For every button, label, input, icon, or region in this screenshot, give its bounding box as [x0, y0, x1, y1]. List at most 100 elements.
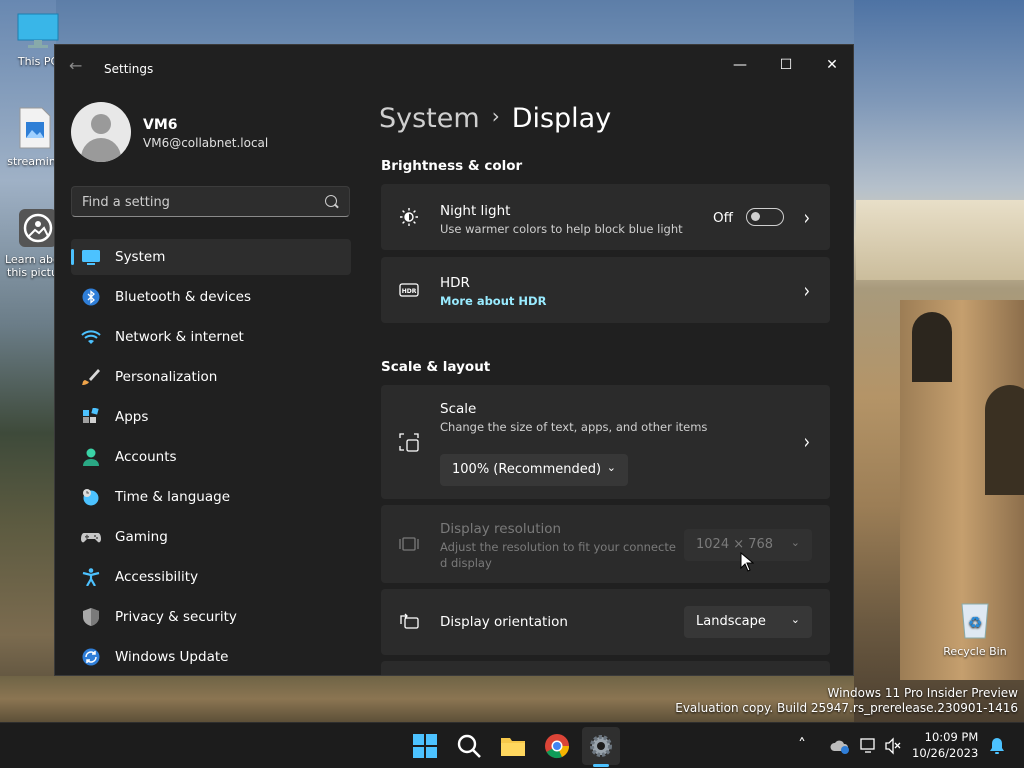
camera-spot-icon	[19, 209, 57, 247]
breadcrumb-separator: ›	[491, 104, 500, 128]
sidebar-item-label: Privacy & security	[115, 609, 237, 625]
search-box[interactable]	[71, 186, 350, 217]
sidebar-item-apps[interactable]: Apps	[71, 399, 351, 435]
network-icon[interactable]	[860, 737, 878, 755]
section-header-brightness: Brightness & color	[381, 158, 523, 174]
resolution-value: 1024 × 768	[696, 537, 774, 552]
user-name: VM6	[143, 117, 178, 133]
chevron-up-icon[interactable]: ˄	[798, 735, 806, 754]
window-title: Settings	[104, 62, 154, 76]
sidebar-item-label: Network & internet	[115, 329, 244, 345]
gamepad-icon	[81, 533, 101, 543]
wallpaper-town	[856, 200, 1024, 280]
sidebar-item-accounts[interactable]: Accounts	[71, 439, 351, 475]
taskbar: ˄ 10:09 PM 10/26/2023	[0, 722, 1024, 768]
chevron-down-icon: ⌄	[606, 461, 616, 474]
mouse-cursor-icon	[740, 552, 754, 572]
search-icon[interactable]	[325, 195, 337, 207]
chevron-right-icon[interactable]: ›	[804, 429, 810, 454]
chrome-icon[interactable]	[542, 731, 572, 761]
sidebar-nav: System Bluetooth & devices Network & int…	[71, 239, 351, 675]
desktop-icon-recycle-bin[interactable]: ♻ Recycle Bin	[940, 598, 1010, 658]
night-light-subtitle: Use warmer colors to help block blue lig…	[440, 222, 683, 236]
sidebar-item-accessibility[interactable]: Accessibility	[71, 559, 351, 595]
scale-subtitle: Change the size of text, apps, and other…	[440, 420, 708, 434]
bluetooth-icon	[82, 288, 100, 306]
clock-time: 10:09 PM	[924, 730, 979, 744]
minimize-button[interactable]: —	[717, 51, 763, 79]
scale-value: 100% (Recommended)	[452, 462, 602, 477]
maximize-button[interactable]: ☐	[763, 51, 809, 79]
orientation-title: Display orientation	[440, 614, 568, 630]
breadcrumb-parent[interactable]: System	[379, 103, 480, 134]
scale-dropdown[interactable]: 100% (Recommended) ⌄	[440, 454, 628, 486]
search-icon[interactable]	[454, 731, 484, 761]
resolution-icon	[399, 537, 419, 551]
search-input[interactable]	[82, 193, 312, 211]
display-orientation-card[interactable]: Display orientation Landscape ⌄	[381, 589, 830, 655]
chevron-down-icon: ⌄	[790, 613, 800, 626]
person-icon	[83, 448, 99, 466]
hdr-more-link[interactable]: More about HDR	[440, 294, 546, 308]
brush-icon	[82, 369, 100, 385]
section-header-scale-layout: Scale & layout	[381, 359, 491, 375]
file-explorer-icon[interactable]	[498, 731, 528, 761]
sidebar-item-label: Windows Update	[115, 649, 229, 665]
back-arrow-icon[interactable]: ←	[69, 58, 87, 74]
hdr-icon: HDR	[399, 283, 419, 297]
clock-globe-icon	[83, 489, 99, 506]
watermark-line: Evaluation copy. Build 25947.rs_prerelea…	[675, 701, 1018, 715]
start-icon[interactable]	[410, 731, 440, 761]
system-clock[interactable]: 10:09 PM 10/26/2023	[912, 729, 978, 761]
sidebar-item-personalization[interactable]: Personalization	[71, 359, 351, 395]
image-file-icon	[19, 107, 51, 149]
svg-text:♻: ♻	[968, 613, 982, 632]
resolution-subtitle: Adjust the resolution to fit your connec…	[440, 540, 676, 554]
sidebar-item-label: Accounts	[115, 449, 177, 465]
desktop-icon-label: Recycle Bin	[943, 645, 1007, 658]
system-icon	[82, 250, 100, 265]
wallpaper-arch	[912, 312, 952, 382]
title-bar[interactable]: ← Settings — ☐ ✕	[55, 45, 853, 85]
wifi-icon	[81, 330, 101, 344]
next-setting-card[interactable]	[381, 661, 830, 675]
night-light-toggle[interactable]	[746, 208, 784, 226]
chevron-right-icon[interactable]: ›	[804, 278, 810, 303]
shield-icon	[83, 608, 99, 626]
gear-icon[interactable]	[586, 731, 616, 761]
update-icon	[82, 648, 100, 666]
recycle-bin-icon: ♻	[961, 603, 989, 639]
display-resolution-card: Display resolution Adjust the resolution…	[381, 505, 830, 583]
orientation-dropdown[interactable]: Landscape ⌄	[684, 606, 812, 638]
hdr-title: HDR	[440, 275, 470, 291]
sidebar-item-gaming[interactable]: Gaming	[71, 519, 351, 555]
sidebar-item-privacy[interactable]: Privacy & security	[71, 599, 351, 635]
scale-card[interactable]: Scale Change the size of text, apps, and…	[381, 385, 830, 499]
orientation-icon	[400, 613, 419, 629]
sidebar-item-windows-update[interactable]: Windows Update	[71, 639, 351, 675]
sidebar-item-system[interactable]: System	[71, 239, 351, 275]
close-button[interactable]: ✕	[809, 51, 853, 79]
sidebar-item-label: Personalization	[115, 369, 218, 385]
avatar[interactable]	[71, 102, 131, 162]
sidebar-item-label: System	[115, 249, 166, 265]
hdr-card[interactable]: HDR HDR More about HDR ›	[381, 257, 830, 323]
night-light-title: Night light	[440, 203, 511, 219]
orientation-value: Landscape	[696, 614, 766, 629]
svg-text:HDR: HDR	[402, 288, 417, 295]
chevron-right-icon[interactable]: ›	[804, 205, 810, 230]
sidebar-item-time-language[interactable]: Time & language	[71, 479, 351, 515]
watermark-line: Windows 11 Pro Insider Preview	[827, 686, 1018, 700]
volume-muted-icon[interactable]	[884, 737, 902, 755]
wallpaper-arch	[985, 385, 1024, 495]
night-light-card[interactable]: Night light Use warmer colors to help bl…	[381, 184, 830, 250]
breadcrumb: System › Display	[379, 103, 611, 134]
resolution-title: Display resolution	[440, 521, 562, 537]
notification-bell-icon[interactable]	[988, 736, 1006, 756]
onedrive-icon[interactable]	[830, 737, 850, 755]
page-title: Display	[511, 103, 612, 134]
sidebar-item-label: Apps	[115, 409, 149, 425]
sidebar-item-network[interactable]: Network & internet	[71, 319, 351, 355]
sidebar-item-bluetooth[interactable]: Bluetooth & devices	[71, 279, 351, 315]
sidebar-item-label: Time & language	[115, 489, 231, 505]
